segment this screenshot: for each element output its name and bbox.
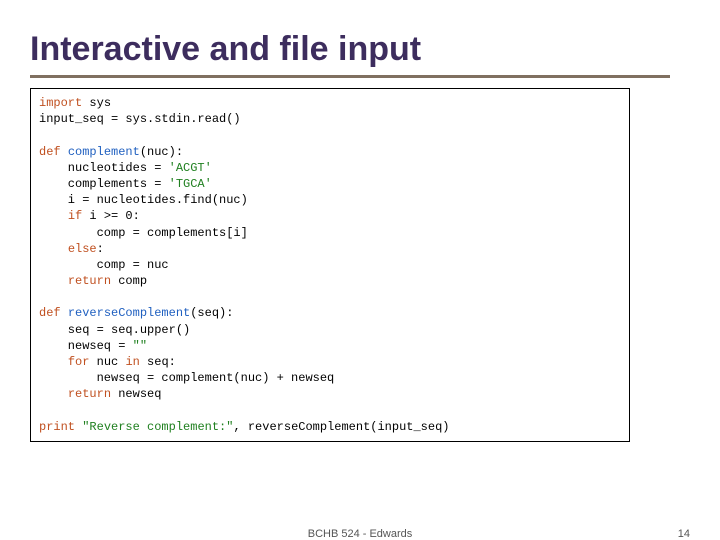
kw-print: print [39,420,75,434]
kw-return: return [68,387,111,401]
slide: Interactive and file input import sys in… [0,0,720,442]
kw-import: import [39,96,82,110]
code-content: import sys input_seq = sys.stdin.read() … [39,95,621,435]
page-number: 14 [678,528,690,540]
func-complement: complement [68,145,140,159]
kw-def: def [39,145,61,159]
kw-for: for [68,355,90,369]
kw-if: if [68,209,82,223]
footer-text: BCHB 524 - Edwards [308,528,413,540]
kw-return: return [68,274,111,288]
func-reversecomplement: reverseComplement [68,306,190,320]
title-underline [30,75,670,78]
kw-def: def [39,306,61,320]
kw-else: else [68,242,97,256]
slide-title: Interactive and file input [30,30,690,69]
kw-in: in [125,355,139,369]
code-block: import sys input_seq = sys.stdin.read() … [30,88,630,442]
